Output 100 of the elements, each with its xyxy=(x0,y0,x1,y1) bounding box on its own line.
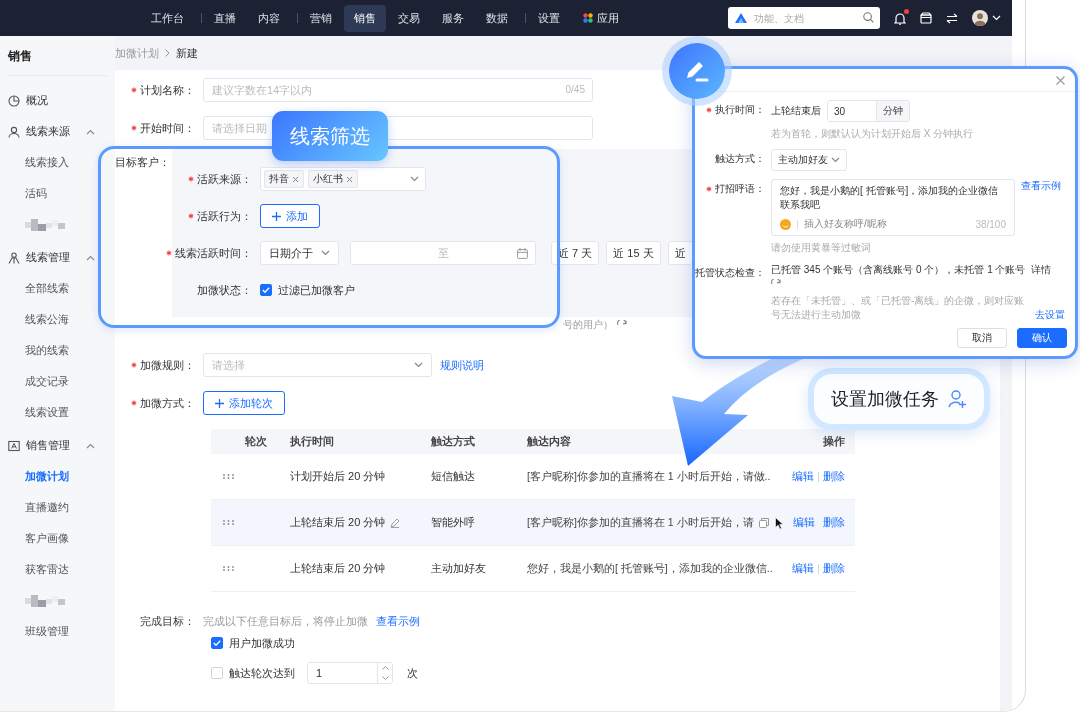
search-field[interactable]: 功能、文档 xyxy=(728,7,880,29)
field-label: 加微规则： xyxy=(140,357,195,373)
bell-icon[interactable] xyxy=(894,11,906,25)
sidebar-item[interactable]: 成交记录 xyxy=(25,374,69,389)
note-text: 号的用户） xyxy=(563,318,613,332)
nav-tab[interactable]: 服务 xyxy=(432,4,474,32)
copy-icon[interactable] xyxy=(758,517,769,528)
spin-up-icon[interactable] xyxy=(381,666,389,670)
quick-range-button[interactable]: 近 15 天 xyxy=(606,241,661,265)
table-cell: 计划开始后 20 分钟 xyxy=(290,469,386,484)
plus-icon xyxy=(272,211,281,221)
checkbox-label[interactable]: 过滤已加微客户 xyxy=(278,282,355,298)
checkbox[interactable] xyxy=(211,637,223,649)
quick-range-button[interactable]: 近 xyxy=(667,241,693,265)
confirm-button[interactable]: 确认 xyxy=(1017,328,1067,348)
sidebar-item[interactable]: 加微计划 xyxy=(25,469,69,484)
sidebar-group[interactable]: 销售管理 xyxy=(26,438,70,453)
prefix-label: 上轮结束后 xyxy=(771,104,821,118)
sidebar-title: 销售 xyxy=(7,48,33,65)
sidebar-item[interactable]: 直播邀约 xyxy=(25,500,69,515)
checkbox-label[interactable]: 用户加微成功 xyxy=(229,635,295,651)
field-label: 线索活跃时间： xyxy=(175,245,252,261)
row-action-link[interactable]: 编辑 xyxy=(792,469,814,484)
nav-tab[interactable]: 销售 xyxy=(344,4,386,32)
settings-link[interactable]: 去设置 xyxy=(1035,308,1065,322)
sidebar-item[interactable]: 概况 xyxy=(26,93,48,108)
greeting-textarea[interactable]: 您好，我是小鹅的[ 托管账号]，添加我的企业微信联系我吧 插入好友称呼/昵称 38/100 xyxy=(771,179,1015,236)
row-action-link[interactable]: 编辑 xyxy=(793,515,815,530)
number-input[interactable]: 1 xyxy=(307,662,393,684)
sidebar-icon xyxy=(8,125,20,138)
char-count: 38/100 xyxy=(975,218,1006,230)
sidebar-item[interactable]: 线索设置 xyxy=(25,405,69,420)
field-label: 完成目标： xyxy=(140,613,195,629)
sidebar-item[interactable]: 获客雷达 xyxy=(25,562,69,577)
chevron-down-icon xyxy=(414,362,423,368)
store-icon[interactable] xyxy=(920,12,932,24)
method-select[interactable]: 主动加好友 xyxy=(771,149,847,171)
sidebar-item[interactable]: 我的线索 xyxy=(25,343,69,358)
close-icon[interactable] xyxy=(346,175,353,183)
cancel-button[interactable]: 取消 xyxy=(957,328,1007,348)
column-header: 触达方式 xyxy=(431,434,476,449)
table-row[interactable]: 上轮结束后 20 分钟 智能外呼 [客户昵称]你参加的直播将在 1 小时后开始，请 编辑 删除 xyxy=(211,500,855,546)
hint-text: 若为首轮，则默认认为计划开始后 X 分钟执行 xyxy=(771,127,975,141)
nav-tab[interactable]: 营销 xyxy=(300,4,342,32)
source-tag[interactable]: 抖音 xyxy=(264,170,304,188)
table-cell: 主动加好友 xyxy=(431,561,486,576)
row-action-link[interactable]: 删除 xyxy=(823,561,845,576)
table-cell: [客户昵称]你参加的直播将在 1 小时后开始，请 xyxy=(527,515,754,530)
sidebar-item[interactable]: 线索接入 xyxy=(25,155,69,170)
drag-handle-icon[interactable] xyxy=(223,520,234,525)
sidebar-group[interactable]: 线索管理 xyxy=(26,250,70,265)
search-icon[interactable] xyxy=(863,12,874,23)
example-link[interactable]: 查看示例 xyxy=(376,613,420,629)
check-icon xyxy=(213,640,221,646)
nav-tab[interactable]: 直播 xyxy=(204,4,246,32)
table-row[interactable]: 上轮结束后 20 分钟 主动加好友 您好，我是小鹅的[ 托管账号]，添加我的企业微信.. 编辑 删除 xyxy=(211,546,855,592)
textarea-value: 您好，我是小鹅的[ 托管账号]，添加我的企业微信联系我吧 xyxy=(780,184,1000,212)
emoji-icon[interactable] xyxy=(780,218,791,230)
sidebar-group[interactable]: 线索来源 xyxy=(26,124,70,139)
chevron-up-icon[interactable] xyxy=(86,254,95,261)
nav-tab[interactable]: 交易 xyxy=(388,4,430,32)
source-tag[interactable]: 小红书 xyxy=(308,170,358,188)
row-action-link[interactable]: 编辑 xyxy=(792,561,814,576)
unit-label: 分钟 xyxy=(876,101,909,121)
tag-select[interactable]: 抖音 小红书 xyxy=(260,167,426,191)
spin-down-icon[interactable] xyxy=(381,676,389,680)
insert-nickname-button[interactable]: 插入好友称呼/昵称 xyxy=(804,217,887,231)
sidebar-item[interactable]: 全部线索 xyxy=(25,281,69,296)
row-action-link[interactable]: 删除 xyxy=(823,469,845,484)
nav-tab[interactable]: 设置 xyxy=(528,4,570,32)
add-button[interactable]: 添加 xyxy=(260,204,320,228)
detail-link[interactable]: 详情 xyxy=(1031,263,1052,277)
sidebar-item[interactable]: 班级管理 xyxy=(25,624,69,639)
swap-icon[interactable] xyxy=(946,12,958,24)
apps-grid-icon xyxy=(583,13,593,23)
apps-menu[interactable]: 应用 xyxy=(581,6,621,30)
rule-link[interactable]: 规则说明 xyxy=(440,357,484,373)
drag-handle-icon[interactable] xyxy=(223,566,234,571)
field-label: 活跃来源： xyxy=(197,171,252,187)
mode-select[interactable]: 日期介于 xyxy=(260,241,339,265)
char-count: 0/45 xyxy=(565,84,585,95)
minutes-field[interactable]: 30 分钟 xyxy=(827,100,910,122)
person-add-icon xyxy=(947,389,967,409)
close-icon[interactable] xyxy=(1056,75,1065,85)
table-cell: 您好，我是小鹅的[ 托管账号]，添加我的企业微信.. xyxy=(527,561,773,576)
close-icon[interactable] xyxy=(292,175,299,183)
pencil-icon[interactable] xyxy=(390,517,401,528)
drag-handle-icon[interactable] xyxy=(223,474,234,479)
avatar-icon[interactable] xyxy=(972,10,988,26)
checkbox-label[interactable]: 触达轮次达到 xyxy=(229,665,295,681)
calendar-icon xyxy=(517,247,528,259)
sidebar-item[interactable]: 线索公海 xyxy=(25,312,69,327)
sidebar-item[interactable]: 客户画像 xyxy=(25,531,69,546)
example-link[interactable]: 查看示例 xyxy=(1021,179,1061,193)
row-action-link[interactable]: 删除 xyxy=(823,515,845,530)
checkbox[interactable] xyxy=(260,284,272,296)
add-round-button[interactable]: 添加轮次 xyxy=(203,391,285,415)
chevron-up-icon[interactable] xyxy=(86,442,95,449)
chevron-up-icon[interactable] xyxy=(86,128,95,135)
sidebar-item[interactable]: 活码 xyxy=(25,186,47,201)
